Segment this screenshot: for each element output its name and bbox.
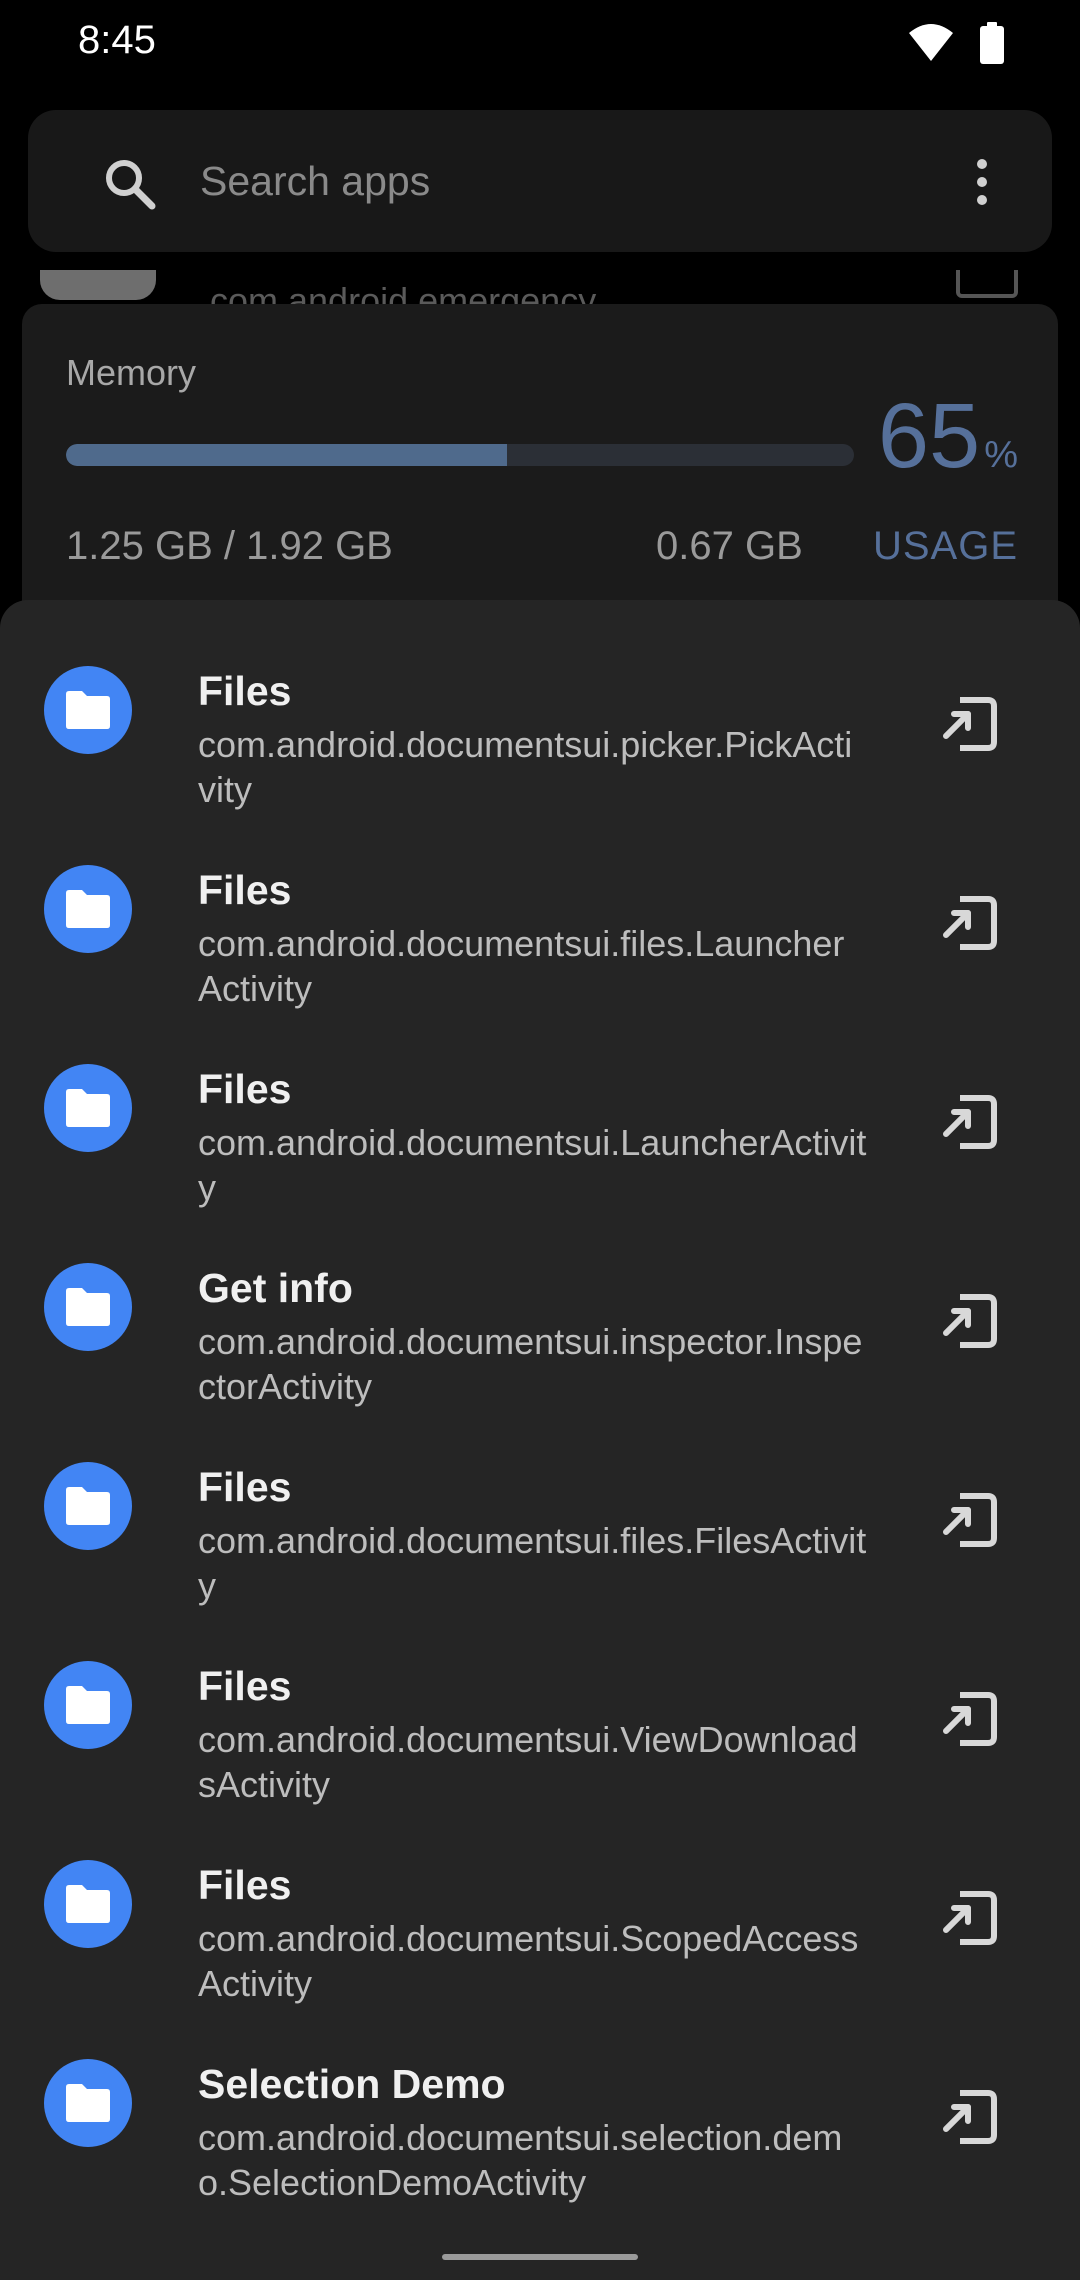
activity-title: Selection Demo [198,2061,506,2107]
status-icons [908,22,1004,69]
activity-title: Files [198,1464,292,1510]
activity-title: Get info [198,1265,353,1311]
folder-icon [44,865,132,953]
launch-activity-icon[interactable] [938,1886,1002,1950]
launch-activity-icon [956,270,1018,298]
usage-button[interactable]: USAGE [873,524,1018,569]
list-item[interactable]: Files com.android.documentsui.ScopedAcces… [0,1794,1080,2004]
list-item[interactable]: Selection Demo com.android.documentsui.se… [0,1993,1080,2203]
activity-title: Files [198,1066,292,1112]
activity-title: Files [198,668,292,714]
launch-activity-icon[interactable] [938,2085,1002,2149]
list-item[interactable]: Files com.android.documentsui.files.Launc… [0,799,1080,1009]
activity-title: Files [198,1862,292,1908]
launch-activity-icon[interactable] [938,891,1002,955]
more-vert-icon[interactable] [972,158,992,206]
launch-activity-icon[interactable] [938,1289,1002,1353]
activity-title: Files [198,1663,292,1709]
launch-activity-icon[interactable] [938,1090,1002,1154]
wifi-icon [908,23,954,68]
status-time: 8:45 [78,18,156,62]
memory-used-total: 1.25 GB / 1.92 GB [66,524,393,568]
battery-icon [980,22,1004,69]
launch-activity-icon[interactable] [938,692,1002,756]
memory-percent-value: 65 [877,385,981,487]
screen: 8:45 Search apps com.android.emergency M… [0,0,1080,2280]
folder-icon [44,1462,132,1550]
launch-activity-icon[interactable] [938,1488,1002,1552]
activity-title: Files [198,867,292,913]
list-item[interactable]: Get info com.android.documentsui.inspecto… [0,1197,1080,1407]
folder-icon [44,2059,132,2147]
memory-card: Memory 65 % 1.25 GB / 1.92 GB 0.67 GB US… [22,304,1058,624]
search-icon[interactable] [104,158,156,215]
activity-list-sheet: Files com.android.documentsui.picker.Pick… [0,600,1080,2280]
search-input[interactable]: Search apps [200,158,430,205]
search-bar[interactable]: Search apps [28,110,1052,252]
launch-activity-icon[interactable] [938,1687,1002,1751]
memory-free: 0.67 GB [656,524,803,568]
activity-package: com.android.documentsui.selection.demo.S… [198,2117,843,2203]
folder-icon [44,666,132,754]
memory-progress-bar [66,444,854,466]
memory-percent-symbol: % [984,434,1018,476]
list-item[interactable]: Files com.android.documentsui.files.Files… [0,1396,1080,1606]
list-item[interactable]: Files com.android.documentsui.LauncherAct… [0,998,1080,1208]
status-bar: 8:45 [0,0,1080,90]
folder-icon [44,1263,132,1351]
folder-icon [44,1860,132,1948]
memory-progress-fill [66,444,508,466]
memory-label: Memory [66,352,197,393]
list-item[interactable]: Files com.android.documentsui.ViewDownloa… [0,1595,1080,1805]
home-indicator[interactable] [442,2254,638,2260]
folder-icon [44,1064,132,1152]
folder-icon [44,1661,132,1749]
memory-percent: 65 % [878,384,1018,489]
list-item[interactable]: Files com.android.documentsui.picker.Pick… [0,600,1080,810]
app-icon [40,270,156,300]
